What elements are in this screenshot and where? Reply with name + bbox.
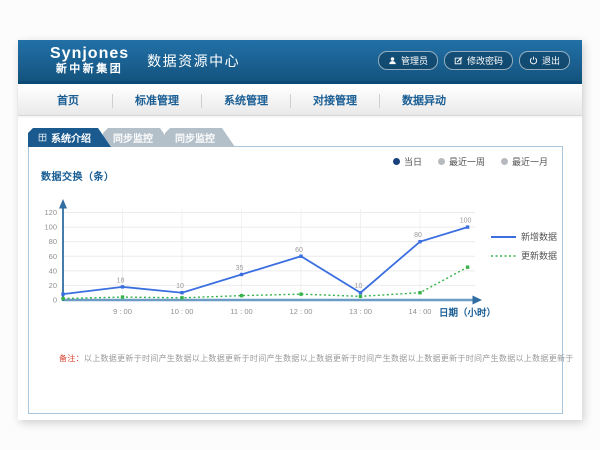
edit-icon (454, 56, 463, 65)
footnote: 备注：以上数据更新于时间产生数据以上数据更新于时间产生数据以上数据更新于时间产生… (59, 353, 574, 364)
time-filter-option-label: 最近一周 (449, 155, 485, 168)
data-point-marker (359, 295, 362, 298)
nav-item-1[interactable]: 标准管理 (113, 94, 202, 108)
data-point-label: 10 (176, 283, 184, 290)
x-tick-label: 12 : 00 (290, 307, 313, 316)
change-password-button[interactable]: 修改密码 (444, 51, 513, 70)
data-point-marker (180, 291, 183, 294)
x-axis-arrow-icon (473, 296, 483, 305)
tab-0-label: 系统介绍 (51, 130, 91, 145)
power-icon (529, 56, 538, 65)
y-tick-label: 40 (49, 266, 57, 275)
data-point-marker (240, 294, 243, 297)
footnote-text: 以上数据更新于时间产生数据以上数据更新于时间产生数据以上数据更新于时间产生数据以… (84, 354, 574, 363)
legend-label: 新增数据 (521, 231, 557, 242)
app-window: Synjones 新中新集团 数据资源中心 管理员修改密码退出 首页标准管理系统… (18, 40, 582, 420)
admin-button[interactable]: 管理员 (378, 51, 438, 70)
legend-label: 更新数据 (521, 250, 557, 261)
y-tick-label: 80 (49, 237, 57, 246)
data-point-label: 35 (236, 265, 244, 272)
data-point-marker (359, 291, 362, 294)
content-panel: 当日 最近一周 最近一月 数据交换（条） 0 20 40 60 80 100 120 9 : 00… (28, 146, 563, 414)
time-filter-group: 当日 最近一周 最近一月 (393, 155, 548, 168)
footnote-prefix: 备注： (59, 354, 84, 363)
time-filter-option-0[interactable]: 当日 (393, 155, 422, 168)
x-tick-label: 9 : 00 (113, 307, 132, 316)
main-nav-list: 首页标准管理系统管理对接管理数据异动 (18, 87, 582, 115)
radio-dot-icon (501, 158, 508, 165)
radio-dot-icon (438, 158, 445, 165)
tab-bar: 系统介绍 同步监控 同步监控 (28, 128, 235, 147)
user-icon (388, 56, 397, 65)
data-point-marker (299, 255, 302, 258)
data-point-marker (466, 265, 469, 268)
y-tick-label: 20 (49, 281, 57, 290)
data-point-marker (418, 240, 421, 243)
nav-item-2[interactable]: 系统管理 (202, 94, 291, 108)
nav-item-3[interactable]: 对接管理 (291, 94, 380, 108)
data-point-marker (61, 297, 64, 300)
main-nav: 首页标准管理系统管理对接管理数据异动 (18, 87, 582, 116)
time-filter-option-label: 最近一月 (512, 155, 548, 168)
data-point-marker (466, 225, 469, 228)
time-filter-option-label: 当日 (404, 155, 422, 168)
legend-item-0[interactable]: 新增数据 (491, 231, 557, 242)
y-axis-arrow-icon (59, 199, 67, 209)
time-filter-option-1[interactable]: 最近一周 (438, 155, 485, 168)
data-point-label: 10 (355, 283, 363, 290)
header-buttons: 管理员 修改密码 退出 (378, 51, 570, 70)
nav-item-0[interactable]: 首页 (24, 94, 113, 108)
data-point-marker (418, 291, 421, 294)
data-point-marker (61, 292, 64, 295)
data-point-marker (240, 273, 243, 276)
data-point-marker (180, 296, 183, 299)
page-title: 数据资源中心 (147, 51, 240, 71)
tab-1-label: 同步监控 (113, 130, 153, 145)
tab-1[interactable]: 同步监控 (103, 128, 173, 147)
brand-wordmark: Synjones (50, 46, 129, 62)
x-tick-label: 10 : 00 (171, 307, 194, 316)
time-filter-option-2[interactable]: 最近一月 (501, 155, 548, 168)
app-header: Synjones 新中新集团 数据资源中心 管理员 修改密码 退出 (18, 40, 582, 84)
tab-2[interactable]: 同步监控 (165, 128, 235, 147)
y-tick-label: 100 (44, 223, 57, 232)
data-point-marker (121, 285, 124, 288)
grid-icon (38, 133, 47, 142)
x-tick-label: 14 : 00 (409, 307, 432, 316)
data-point-marker (299, 292, 302, 295)
brand-logo: Synjones 新中新集团 (50, 46, 129, 75)
brand-company-name: 新中新集团 (56, 64, 124, 75)
data-point-marker (121, 295, 124, 298)
y-axis-label: 数据交换（条） (41, 168, 115, 183)
x-tick-label: 11 : 00 (230, 307, 252, 316)
nav-item-4[interactable]: 数据异动 (380, 94, 468, 108)
logout-button[interactable]: 退出 (519, 51, 570, 70)
x-axis-label: 日期（小时） (439, 307, 496, 319)
data-point-label: 100 (460, 218, 472, 225)
radio-dot-icon (393, 158, 400, 165)
y-tick-label: 0 (53, 296, 57, 305)
legend-item-1[interactable]: 更新数据 (491, 250, 557, 261)
change-password-button-label: 修改密码 (467, 54, 503, 67)
data-point-label: 60 (295, 247, 303, 254)
logout-button-label: 退出 (542, 54, 560, 67)
y-tick-label: 120 (44, 208, 57, 217)
data-point-label: 18 (117, 277, 125, 284)
data-point-label: 80 (414, 232, 422, 239)
y-tick-label: 60 (49, 252, 57, 261)
tab-0[interactable]: 系统介绍 (28, 128, 111, 147)
tab-2-label: 同步监控 (175, 130, 215, 145)
x-tick-label: 13 : 00 (349, 307, 372, 316)
admin-button-label: 管理员 (401, 54, 428, 67)
data-exchange-chart: 0 20 40 60 80 100 120 9 : 00 10 : 00 11 : 00 12 : … (29, 185, 562, 335)
